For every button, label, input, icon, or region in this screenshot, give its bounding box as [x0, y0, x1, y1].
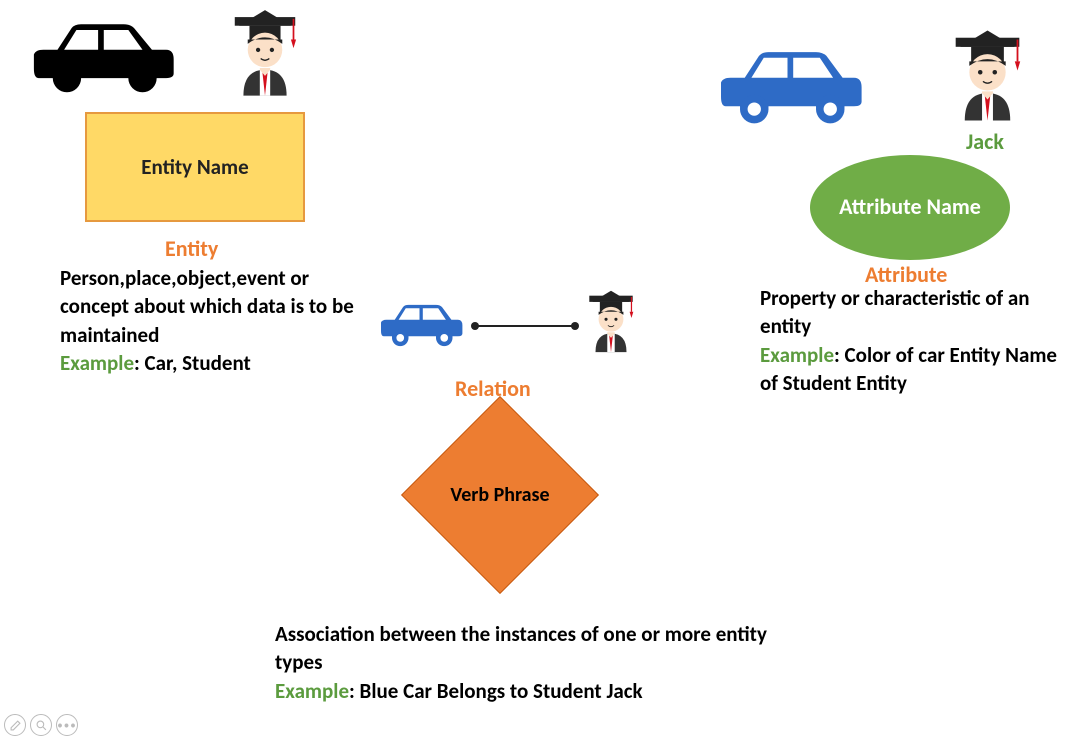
- entity-name-box: Entity Name: [85, 112, 305, 222]
- entity-title: Entity: [165, 235, 218, 262]
- zoom-icon[interactable]: [30, 714, 52, 736]
- entity-box-label: Entity Name: [141, 154, 248, 180]
- relation-description: Association between the instances of one…: [275, 620, 775, 705]
- more-icon[interactable]: •••: [56, 714, 78, 736]
- relation-title: Relation: [455, 375, 531, 402]
- student-icon: [220, 5, 310, 100]
- entity-description: Person,place,object,event or concept abo…: [60, 264, 360, 377]
- jack-label: Jack: [966, 128, 1004, 155]
- toolbar: •••: [4, 714, 82, 736]
- attribute-ellipse-label: Attribute Name: [839, 194, 981, 220]
- attribute-ellipse: Attribute Name: [810, 155, 1010, 260]
- blue-car-icon: [700, 35, 875, 130]
- relation-illustration: [370, 285, 640, 365]
- car-icon: [15, 7, 185, 102]
- attribute-description: Property or characteristic of an entity …: [760, 284, 1070, 397]
- student-jack-icon: [940, 25, 1035, 125]
- pen-icon[interactable]: [4, 714, 26, 736]
- diamond-label: Verb Phrase: [450, 483, 549, 507]
- relation-diamond: Verb Phrase: [395, 420, 605, 570]
